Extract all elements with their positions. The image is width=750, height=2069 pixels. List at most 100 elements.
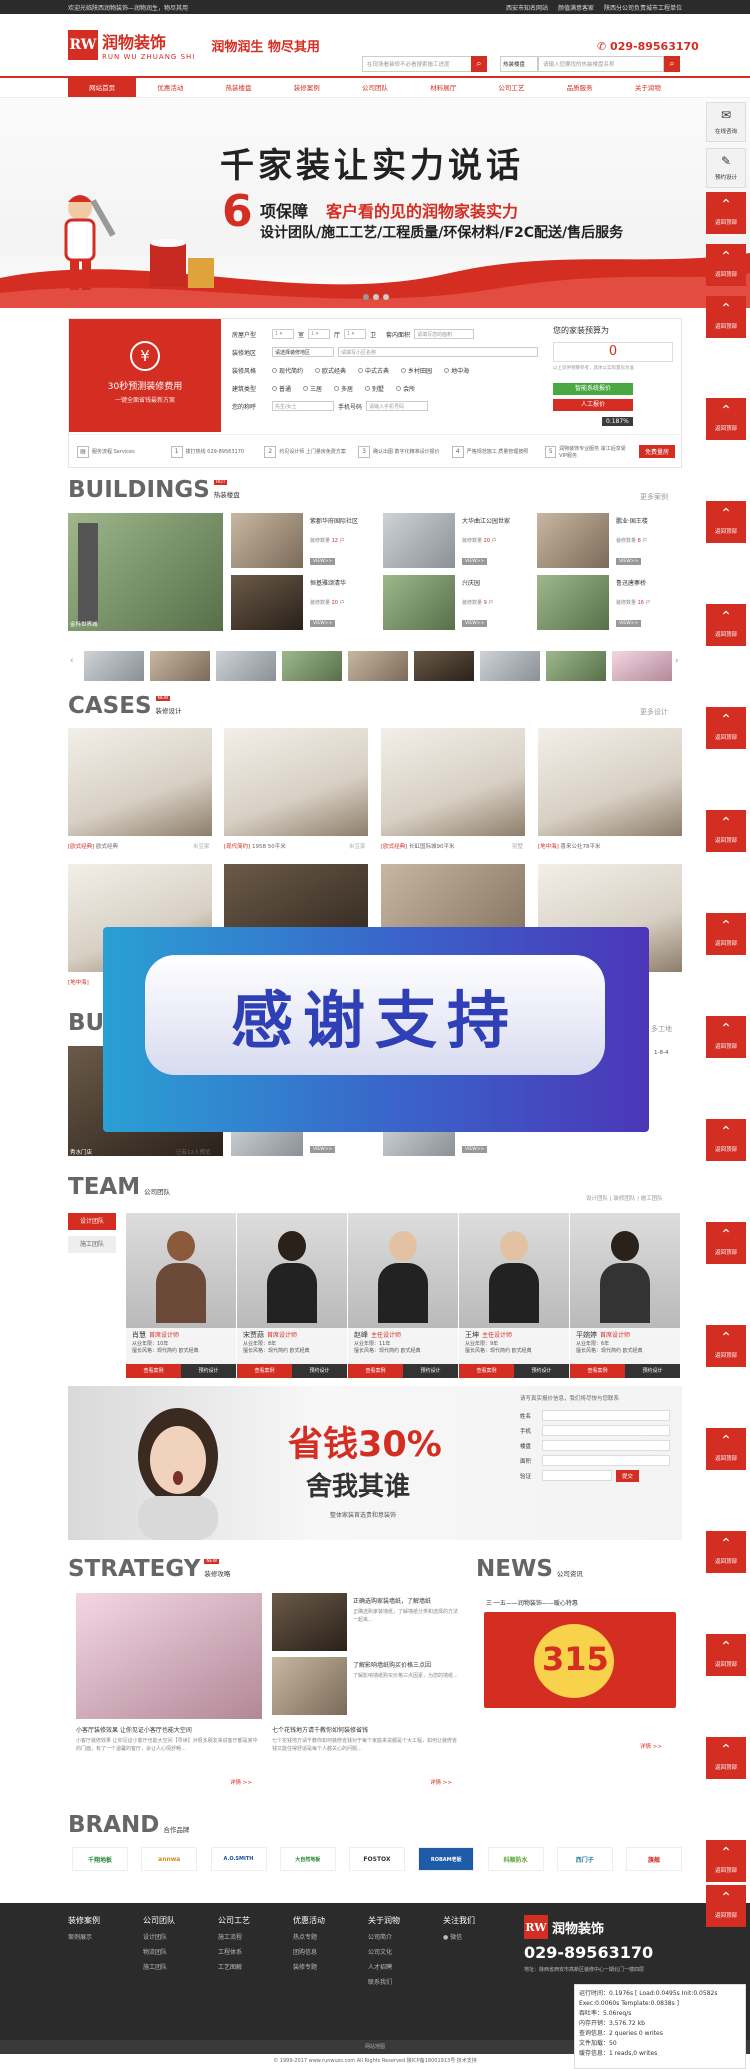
captcha-input[interactable]	[542, 1470, 612, 1481]
building-search-input[interactable]: 请输入您要找的热装楼盘名称	[538, 56, 664, 72]
free-measure-button[interactable]: 免费量房	[639, 445, 676, 458]
footer-link[interactable]: 施工团队	[143, 1962, 175, 1971]
back-to-top-button[interactable]: ⌃ 返回顶部	[706, 192, 746, 234]
top-link[interactable]: 陕西分公司负责城市工程单位	[604, 3, 682, 12]
back-to-top-button[interactable]: ⌃ 返回顶部	[706, 1222, 746, 1264]
back-to-top-button[interactable]: ⌃ 返回顶部	[706, 1737, 746, 1779]
nav-materials[interactable]: 材料展厅	[409, 78, 477, 97]
submit-button[interactable]: 提交	[616, 1469, 640, 1482]
back-to-top-button[interactable]: ⌃ 返回顶部	[706, 1428, 746, 1470]
strategy-more-link[interactable]: 详情 >>	[230, 1778, 252, 1786]
building-feature-image[interactable]	[68, 513, 223, 631]
search-button[interactable]: ⌕	[471, 56, 487, 72]
name-input[interactable]	[542, 1410, 670, 1421]
room-select[interactable]: 1 ▾	[272, 329, 294, 339]
style-radio[interactable]: 乡村田园	[401, 366, 432, 375]
thanks-overlay[interactable]: 感谢支持	[103, 927, 649, 1132]
strip-thumbnail[interactable]	[282, 651, 342, 681]
view-cases-button[interactable]: 查看案例	[348, 1364, 403, 1378]
type-radio[interactable]: 会所	[396, 384, 415, 393]
footer-link[interactable]: 施工流程	[218, 1932, 250, 1941]
case-caption[interactable]: [地中海]	[68, 978, 89, 986]
back-to-top-button[interactable]: ⌃ 返回顶部	[706, 604, 746, 646]
book-design-button[interactable]: 预约设计	[181, 1364, 236, 1378]
nav-promotions[interactable]: 优惠活动	[136, 78, 204, 97]
strategy-feature-image[interactable]	[76, 1593, 262, 1719]
building-title[interactable]: 大华曲江公园世家	[462, 516, 510, 525]
strip-thumbnail[interactable]	[348, 651, 408, 681]
cases-more-link[interactable]: 更多设计	[640, 707, 668, 717]
news-poster[interactable]: 315	[484, 1612, 676, 1708]
view-button[interactable]: VIEW>>	[310, 620, 336, 627]
book-design-button[interactable]: 预约设计	[625, 1364, 680, 1378]
area-select[interactable]: 请选择装修地区	[272, 347, 334, 357]
strip-prev-arrow-icon[interactable]: ‹	[70, 656, 74, 666]
view-button[interactable]: VIEW>>	[310, 1146, 336, 1153]
strategy-title[interactable]: 正确选购家装墙纸，了解墙纸	[353, 1596, 431, 1605]
strategy-more-link[interactable]: 详情 >>	[430, 1778, 452, 1786]
footer-link[interactable]: 团购信息	[293, 1947, 325, 1956]
buildings2-more-link[interactable]: 多工地	[651, 1024, 672, 1034]
nav-cases[interactable]: 装修案例	[273, 78, 341, 97]
type-radio[interactable]: 别墅	[365, 384, 384, 393]
view-cases-button[interactable]: 查看案例	[126, 1364, 181, 1378]
back-to-top-button[interactable]: ⌃ 返回顶部	[706, 1016, 746, 1058]
footer-link[interactable]: 设计团队	[143, 1932, 175, 1941]
logo[interactable]: RW 润物装饰 RUN WU ZHUANG SHI	[68, 29, 195, 61]
phone-input[interactable]	[542, 1425, 670, 1436]
tab-design-team[interactable]: 设计团队	[68, 1213, 116, 1230]
brand-logo[interactable]: 大自然地板	[279, 1847, 336, 1871]
strategy-feature-title[interactable]: 小客厅装修效果 让你见证小客厅也能大空间	[76, 1725, 192, 1734]
buildings-more-link[interactable]: 更多案例	[640, 492, 668, 502]
case-image[interactable]	[381, 728, 525, 836]
style-radio[interactable]: 现代简约	[272, 366, 303, 375]
type-radio[interactable]: 普通	[272, 384, 291, 393]
back-to-top-button[interactable]: ⌃ 返回顶部	[706, 1840, 746, 1882]
case-caption[interactable]: [地中海] 喜来公社78平米	[538, 842, 601, 850]
team-member-card[interactable]: 宋贾蒜 首席设计师 从业年限：8年 擅长风格：现代简约 欧式经典 查看案例 预约设计	[237, 1213, 347, 1378]
building-search-button[interactable]: ⌕	[664, 56, 680, 72]
back-to-top-button[interactable]: ⌃ 返回顶部	[706, 296, 746, 338]
strip-thumbnail[interactable]	[150, 651, 210, 681]
brand-logo[interactable]: A.O.SMITH	[210, 1847, 267, 1871]
carousel-dot[interactable]	[383, 294, 389, 300]
hero-banner[interactable]: 千家装让实力说话 6 项保障 客户看的见的润物家装实力 设计团队/施工工艺/工程质…	[0, 98, 750, 308]
book-design-float-button[interactable]: ✎ 预约设计	[706, 148, 746, 188]
brand-logo[interactable]: ROBAM老板	[418, 1847, 475, 1871]
search-input[interactable]: 在现场看装修不必看搜索施工进度	[362, 56, 487, 72]
nav-home[interactable]: 网站首页	[68, 78, 137, 97]
book-design-button[interactable]: 预约设计	[403, 1364, 458, 1378]
mobile-input[interactable]: 请输入手机号码	[366, 401, 429, 411]
back-to-top-button[interactable]: ⌃ 返回顶部	[706, 810, 746, 852]
case-image[interactable]	[538, 728, 682, 836]
building-title[interactable]: 紫郡华府国际社区	[310, 516, 358, 525]
strategy-title[interactable]: 了解影响墙纸购买价格三点因	[353, 1660, 431, 1669]
footer-link[interactable]: 装修专题	[293, 1962, 325, 1971]
view-cases-button[interactable]: 查看案例	[570, 1364, 625, 1378]
carousel-dot[interactable]	[363, 294, 369, 300]
carousel-dot[interactable]	[373, 294, 379, 300]
building-image[interactable]	[383, 513, 455, 568]
strip-thumbnail[interactable]	[546, 651, 606, 681]
style-radio[interactable]: 地中海	[444, 366, 469, 375]
back-to-top-button[interactable]: ⌃ 返回顶部	[706, 913, 746, 955]
team-member-card[interactable]: 肖慧 首席设计师 从业年限：10年 擅长风格：现代简约 欧式经典 查看案例 预约设计	[126, 1213, 236, 1378]
top-link[interactable]: 颜值满意客家	[558, 3, 594, 12]
brand-logo[interactable]: 科顺防水	[487, 1847, 544, 1871]
news-more-link[interactable]: 详情 >>	[640, 1742, 662, 1750]
brand-logo[interactable]: 旗舰	[626, 1847, 682, 1871]
nav-buildings[interactable]: 热装楼盘	[204, 78, 272, 97]
building-input[interactable]	[542, 1440, 670, 1451]
back-to-top-button[interactable]: ⌃ 返回顶部	[706, 1885, 746, 1927]
strategy-mid-title[interactable]: 七个花钱地方请千教你如何装修省钱	[272, 1725, 368, 1734]
back-to-top-button[interactable]: ⌃ 返回顶部	[706, 1325, 746, 1367]
brand-logo[interactable]: 西门子	[556, 1847, 613, 1871]
view-button[interactable]: VIEW>>	[310, 558, 336, 565]
back-to-top-button[interactable]: ⌃ 返回顶部	[706, 501, 746, 543]
bath-select[interactable]: 1 ▾	[344, 329, 367, 339]
search-category-select[interactable]: 热装楼盘	[500, 56, 538, 72]
case-caption[interactable]: [现代简约] 1958 50平米	[224, 842, 286, 850]
footer-link[interactable]: 联系我们	[368, 1977, 400, 1986]
community-input[interactable]: 请填写小区名称	[338, 347, 538, 357]
view-cases-button[interactable]: 查看案例	[237, 1364, 292, 1378]
